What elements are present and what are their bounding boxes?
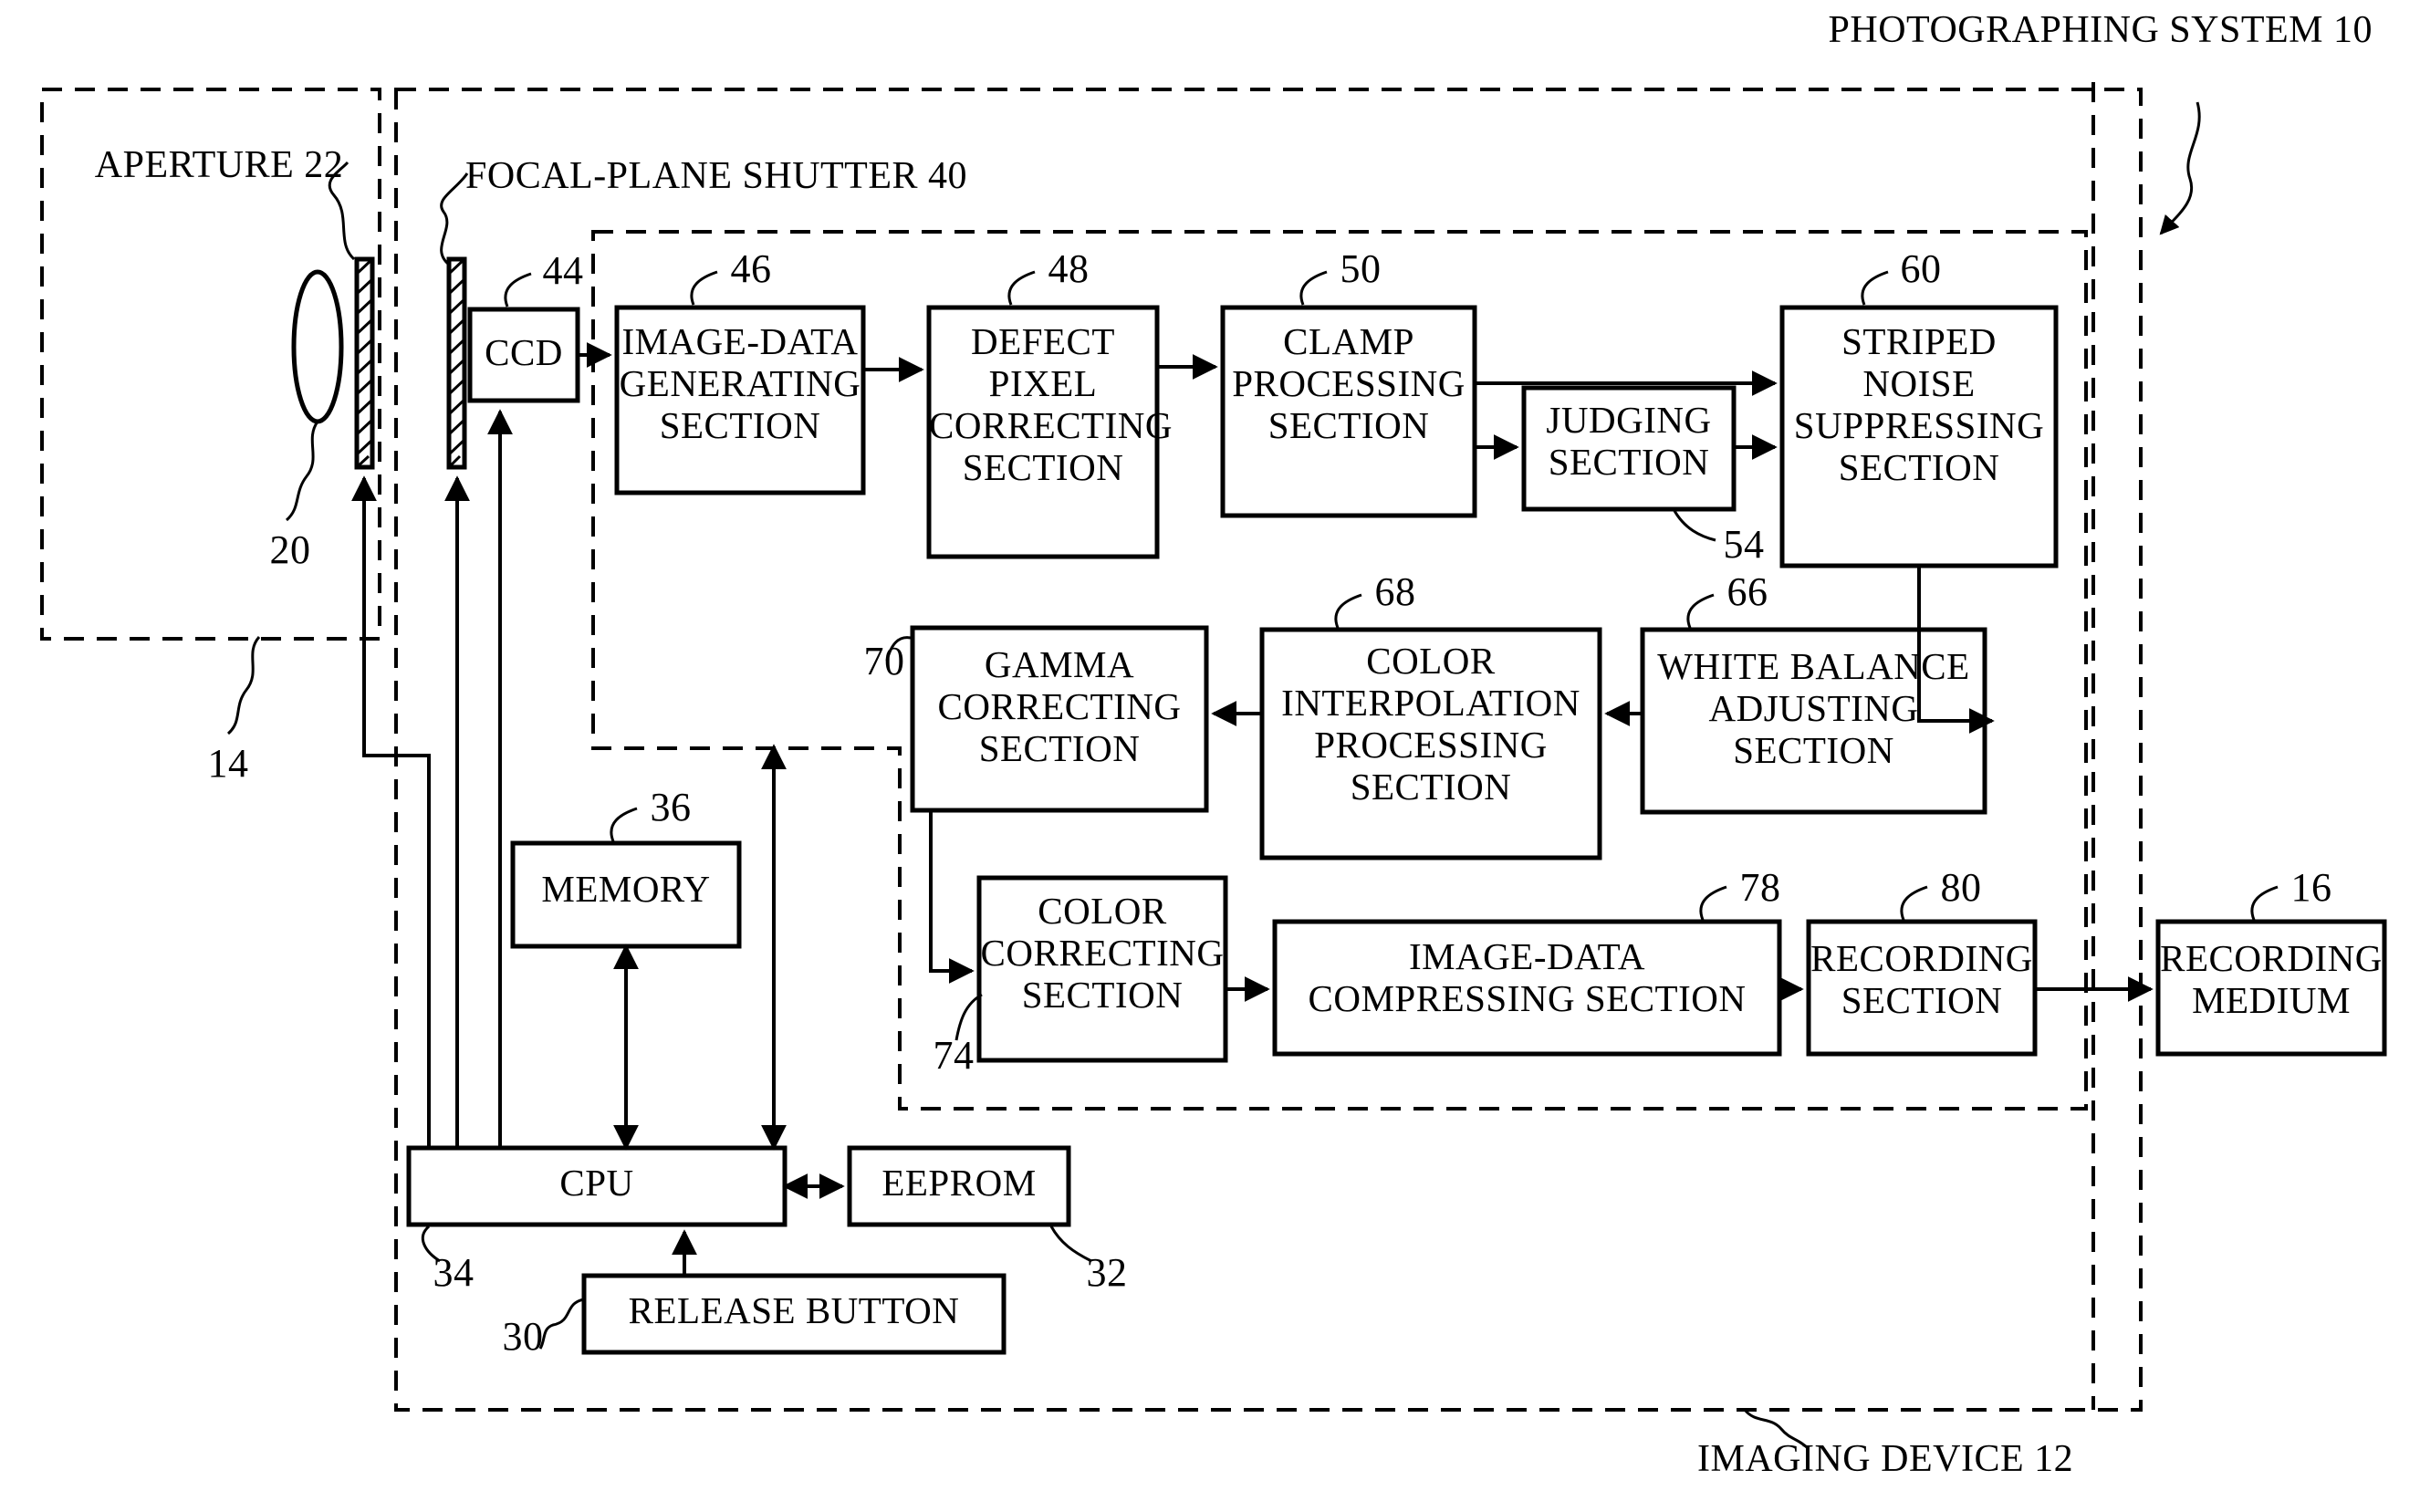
imaging-device-label: IMAGING DEVICE 12: [1697, 1438, 2074, 1480]
ref-78: 78: [1739, 865, 1781, 910]
aperture-bar: [354, 256, 375, 470]
ref-60: 60: [1900, 246, 1942, 291]
judging-label: JUDGING SECTION: [1546, 399, 1712, 483]
ref-50: 50: [1340, 246, 1382, 291]
ref-16: 16: [2290, 865, 2332, 910]
white-balance-adjusting-label: WHITE BALANCE ADJUSTING SECTION: [1657, 645, 1970, 771]
ref-44: 44: [542, 248, 584, 293]
color-correcting-label: COLOR CORRECTING SECTION: [980, 890, 1225, 1016]
figure-canvas: PHOTOGRAPHING SYSTEM 10 IMAGING DEVICE 1…: [0, 0, 2420, 1512]
ref-30: 30: [502, 1314, 544, 1359]
memory-label: MEMORY: [541, 868, 711, 910]
ref-68: 68: [1374, 569, 1416, 614]
arrow-gamma-to-colorcorrecting: [929, 810, 975, 984]
focal-plane-shutter-label: FOCAL-PLANE SHUTTER 40: [465, 155, 968, 197]
ref-32: 32: [1086, 1250, 1128, 1295]
recording-medium-label: RECORDING MEDIUM: [2160, 937, 2383, 1021]
ref-54: 54: [1723, 522, 1765, 567]
photographing-system-label: PHOTOGRAPHING SYSTEM 10: [1828, 9, 2373, 51]
aperture-label: APERTURE 22: [94, 144, 344, 186]
image-data-compressing-label: IMAGE-DATA COMPRESSING SECTION: [1308, 935, 1747, 1019]
defect-pixel-correcting-label: DEFECT PIXEL CORRECTING SECTION: [929, 320, 1173, 488]
cpu-label: CPU: [559, 1162, 634, 1204]
ref-66: 66: [1726, 569, 1768, 614]
color-interpolation-processing-label: COLOR INTERPOLATION PROCESSING SECTION: [1281, 640, 1580, 808]
ref-48: 48: [1048, 246, 1090, 291]
ref-20: 20: [269, 527, 311, 572]
release-button-label: RELEASE BUTTON: [628, 1289, 960, 1331]
ref-80: 80: [1940, 865, 1982, 910]
ref-46: 46: [730, 246, 772, 291]
ref-74: 74: [933, 1033, 975, 1078]
striped-noise-suppressing-label: STRIPED NOISE SUPPRESSING SECTION: [1793, 320, 2045, 488]
ref-34: 34: [433, 1250, 475, 1295]
ref-36: 36: [650, 785, 692, 829]
recording-section-label: RECORDING SECTION: [1810, 937, 2033, 1021]
clamp-processing-label: CLAMP PROCESSING SECTION: [1232, 320, 1466, 446]
image-data-generating-label: IMAGE-DATA GENERATING SECTION: [619, 320, 861, 446]
focal-plane-shutter-bar: [446, 256, 467, 470]
ccd-label: CCD: [485, 331, 563, 373]
eeprom-label: EEPROM: [881, 1162, 1037, 1204]
gamma-correcting-label: GAMMA CORRECTING SECTION: [937, 643, 1182, 769]
lens-ellipse: [291, 269, 344, 424]
ref-14: 14: [207, 741, 249, 786]
